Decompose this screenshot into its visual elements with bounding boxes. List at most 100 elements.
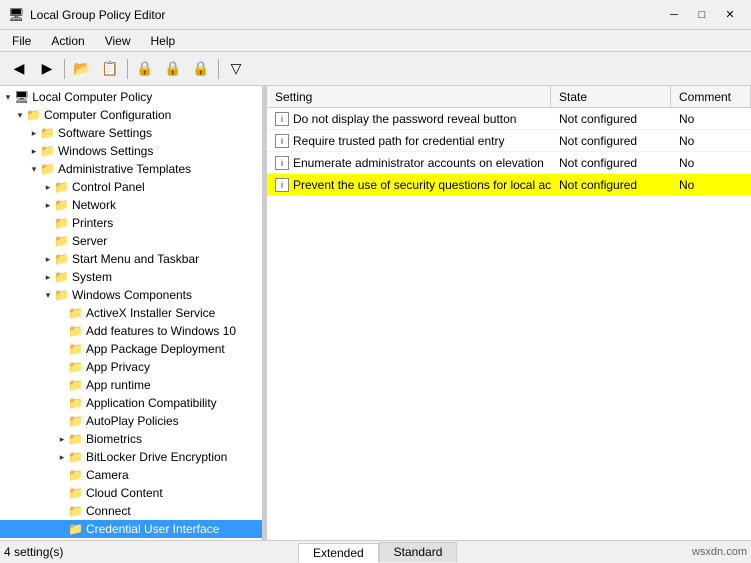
- properties-button[interactable]: 🔒: [132, 56, 158, 82]
- tree-label: ActiveX Installer Service: [86, 306, 215, 320]
- folder-icon: 📁: [54, 216, 69, 230]
- expand-toggle[interactable]: [56, 523, 68, 535]
- tree-item-app-runtime[interactable]: 📁 App runtime: [0, 376, 262, 394]
- tree-item-windows-components[interactable]: ▾ 📁 Windows Components: [0, 286, 262, 304]
- back-button[interactable]: ◀: [6, 56, 32, 82]
- expand-toggle[interactable]: [56, 361, 68, 373]
- status-text: 4 setting(s): [4, 545, 63, 559]
- policy-icon: i: [275, 178, 289, 192]
- list-row[interactable]: i Do not display the password reveal but…: [267, 108, 751, 130]
- expand-toggle[interactable]: ▸: [28, 127, 40, 139]
- folder-icon: 📁: [54, 270, 69, 284]
- expand-toggle[interactable]: ▾: [2, 91, 14, 103]
- tree-label: Credential User Interface: [86, 522, 219, 536]
- list-row[interactable]: i Enumerate administrator accounts on el…: [267, 152, 751, 174]
- expand-toggle[interactable]: [56, 343, 68, 355]
- expand-toggle[interactable]: ▸: [42, 253, 54, 265]
- tree-item-bitlocker[interactable]: ▸ 📁 BitLocker Drive Encryption: [0, 448, 262, 466]
- menu-action[interactable]: Action: [43, 32, 92, 50]
- list-row[interactable]: i Require trusted path for credential en…: [267, 130, 751, 152]
- maximize-button[interactable]: □: [689, 5, 715, 25]
- tree-item-add-features[interactable]: 📁 Add features to Windows 10: [0, 322, 262, 340]
- tree-item-control-panel[interactable]: ▸ 📁 Control Panel: [0, 178, 262, 196]
- tree-label: Software Settings: [58, 126, 152, 140]
- tree-item-administrative-templates[interactable]: ▾ 📁 Administrative Templates: [0, 160, 262, 178]
- tab-standard[interactable]: Standard: [379, 542, 458, 562]
- right-pane: Setting State Comment i Do not display t…: [267, 86, 751, 540]
- expand-toggle[interactable]: [56, 397, 68, 409]
- menu-view[interactable]: View: [97, 32, 139, 50]
- split-pane: ▾ 🖥 Local Computer Policy ▾ 📁 Computer C…: [0, 86, 751, 540]
- expand-toggle[interactable]: ▾: [28, 163, 40, 175]
- standard-view-button[interactable]: 🔒: [188, 56, 214, 82]
- forward-button[interactable]: ▶: [34, 56, 60, 82]
- tab-extended[interactable]: Extended: [298, 543, 379, 563]
- list-row-highlighted[interactable]: i Prevent the use of security questions …: [267, 174, 751, 196]
- tree-label: Control Panel: [72, 180, 145, 194]
- tree-item-app-package[interactable]: 📁 App Package Deployment: [0, 340, 262, 358]
- setting-text: Enumerate administrator accounts on elev…: [293, 156, 544, 170]
- tree-item-connect[interactable]: 📁 Connect: [0, 502, 262, 520]
- expand-toggle[interactable]: [42, 235, 54, 247]
- folder-icon: 📁: [68, 396, 83, 410]
- tree-item-autoplay[interactable]: 📁 AutoPlay Policies: [0, 412, 262, 430]
- expand-toggle[interactable]: [56, 487, 68, 499]
- expand-toggle[interactable]: [56, 505, 68, 517]
- expand-toggle[interactable]: ▸: [42, 199, 54, 211]
- tree-item-computer-configuration[interactable]: ▾ 📁 Computer Configuration: [0, 106, 262, 124]
- tree-item-activex[interactable]: 📁 ActiveX Installer Service: [0, 304, 262, 322]
- expand-toggle[interactable]: ▸: [28, 145, 40, 157]
- tree-label: Computer Configuration: [44, 108, 171, 122]
- tree-item-windows-settings[interactable]: ▸ 📁 Windows Settings: [0, 142, 262, 160]
- expand-toggle[interactable]: [56, 379, 68, 391]
- expand-toggle[interactable]: [56, 469, 68, 481]
- expand-toggle[interactable]: ▸: [42, 271, 54, 283]
- expand-toggle[interactable]: ▸: [56, 433, 68, 445]
- tree-item-network[interactable]: ▸ 📁 Network: [0, 196, 262, 214]
- tree-item-server[interactable]: 📁 Server: [0, 232, 262, 250]
- tree-pane: ▾ 🖥 Local Computer Policy ▾ 📁 Computer C…: [0, 86, 263, 540]
- extended-view-button[interactable]: 🔒: [160, 56, 186, 82]
- expand-toggle[interactable]: ▾: [42, 289, 54, 301]
- show-hide-button[interactable]: 📋: [97, 56, 123, 82]
- expand-toggle[interactable]: ▸: [56, 451, 68, 463]
- expand-toggle[interactable]: [56, 325, 68, 337]
- tree-item-credential-ui[interactable]: 📁 Credential User Interface: [0, 520, 262, 538]
- menu-help[interactable]: Help: [143, 32, 184, 50]
- cell-setting: i Do not display the password reveal but…: [267, 110, 551, 128]
- tabs-container: Extended Standard: [298, 542, 457, 562]
- toolbar-separator-1: [64, 59, 65, 79]
- minimize-button[interactable]: ─: [661, 5, 687, 25]
- folder-icon: 🖥: [14, 90, 29, 104]
- tree-item-app-privacy[interactable]: 📁 App Privacy: [0, 358, 262, 376]
- expand-toggle[interactable]: ▾: [14, 109, 26, 121]
- toolbar: ◀ ▶ 📂 📋 🔒 🔒 🔒 ▽: [0, 52, 751, 86]
- tree-item-system[interactable]: ▸ 📁 System: [0, 268, 262, 286]
- close-button[interactable]: ✕: [717, 5, 743, 25]
- tree-item-biometrics[interactable]: ▸ 📁 Biometrics: [0, 430, 262, 448]
- expand-toggle[interactable]: [56, 307, 68, 319]
- tree-item-camera[interactable]: 📁 Camera: [0, 466, 262, 484]
- tree-label: Local Computer Policy: [32, 90, 152, 104]
- tree-item-app-compat[interactable]: 📁 Application Compatibility: [0, 394, 262, 412]
- cell-comment: No: [671, 154, 751, 172]
- tree-item-start-menu-taskbar[interactable]: ▸ 📁 Start Menu and Taskbar: [0, 250, 262, 268]
- expand-toggle[interactable]: ▸: [42, 181, 54, 193]
- expand-toggle[interactable]: [56, 415, 68, 427]
- column-header-comment[interactable]: Comment: [671, 86, 751, 107]
- up-button[interactable]: 📂: [69, 56, 95, 82]
- column-header-setting[interactable]: Setting: [267, 86, 551, 107]
- tree-item-software-settings[interactable]: ▸ 📁 Software Settings: [0, 124, 262, 142]
- cell-setting: i Require trusted path for credential en…: [267, 132, 551, 150]
- filter-button[interactable]: ▽: [223, 56, 249, 82]
- tree-item-printers[interactable]: 📁 Printers: [0, 214, 262, 232]
- column-header-state[interactable]: State: [551, 86, 671, 107]
- cell-setting: i Prevent the use of security questions …: [267, 176, 551, 194]
- menu-file[interactable]: File: [4, 32, 39, 50]
- policy-icon: i: [275, 112, 289, 126]
- folder-icon: 📁: [54, 252, 69, 266]
- tree-item-local-computer-policy[interactable]: ▾ 🖥 Local Computer Policy: [0, 88, 262, 106]
- expand-toggle[interactable]: [42, 217, 54, 229]
- folder-icon: 📁: [68, 450, 83, 464]
- tree-item-cloud-content[interactable]: 📁 Cloud Content: [0, 484, 262, 502]
